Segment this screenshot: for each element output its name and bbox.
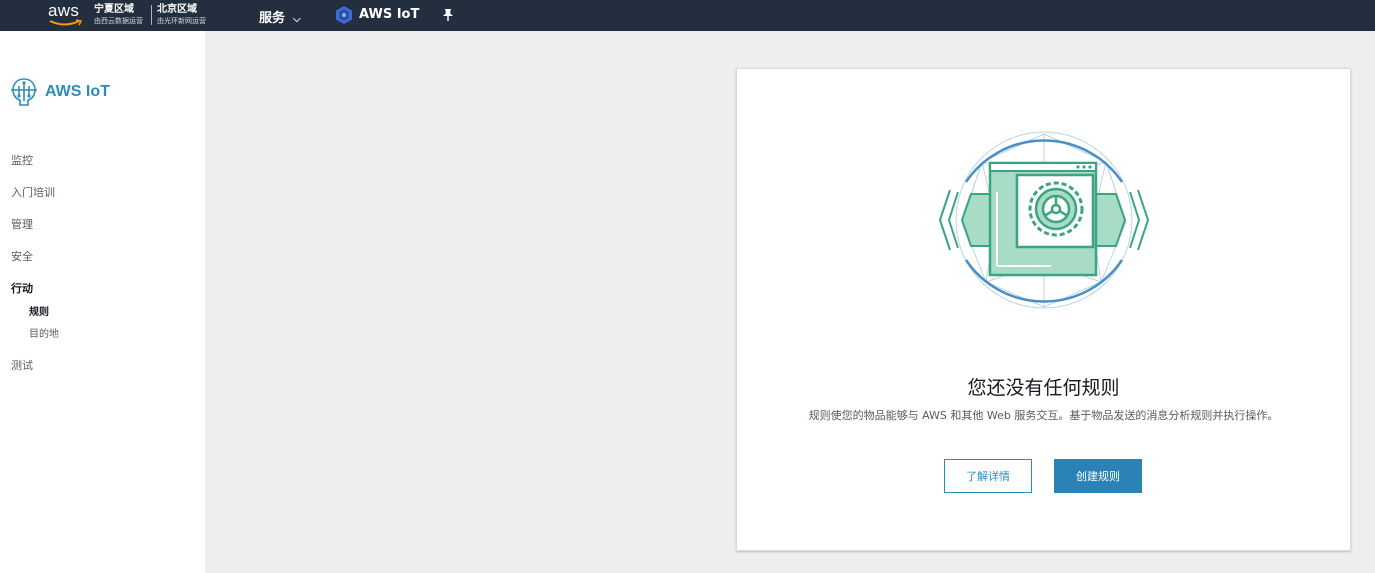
region-ningxia-operator: 由西云数据运营 bbox=[94, 17, 143, 25]
aws-logo-text: aws bbox=[48, 1, 80, 20]
empty-state-description: 规则使您的物品能够与 AWS 和其他 Web 服务交互。基于物品发送的消息分析规… bbox=[808, 409, 1279, 422]
region-ningxia[interactable]: 宁夏区域 由西云数据运营 bbox=[94, 4, 143, 26]
pin-icon[interactable] bbox=[442, 7, 454, 26]
sidebar-item-act[interactable]: 行动 bbox=[11, 280, 33, 296]
sidebar-item-secure[interactable]: 安全 bbox=[11, 248, 33, 264]
aws-logo[interactable]: aws bbox=[48, 1, 83, 26]
learn-more-button[interactable]: 了解详情 bbox=[944, 459, 1032, 493]
sidebar-item-manage[interactable]: 管理 bbox=[11, 216, 33, 232]
empty-state-card: 您还没有任何规则 规则使您的物品能够与 AWS 和其他 Web 服务交互。基于物… bbox=[736, 68, 1351, 551]
region-beijing-title: 北京区域 bbox=[157, 4, 197, 15]
sidebar-item-onboard[interactable]: 入门培训 bbox=[11, 184, 55, 200]
aws-iot-brand-icon bbox=[11, 78, 37, 106]
region-beijing[interactable]: 北京区域 由光环新网运营 bbox=[157, 4, 206, 26]
aws-smile-icon bbox=[49, 19, 83, 26]
top-navigation-bar: aws 宁夏区域 由西云数据运营 北京区域 由光环新网运营 服务 ⌵ AWS Io… bbox=[0, 0, 1375, 31]
sidebar-brand-label: AWS IoT bbox=[45, 83, 110, 100]
sidebar-item-monitor[interactable]: 监控 bbox=[11, 152, 33, 168]
chevron-down-icon: ⌵ bbox=[293, 14, 301, 25]
sidebar-item-test[interactable]: 测试 bbox=[11, 357, 33, 373]
sidebar: AWS IoT 监控 入门培训 管理 安全 行动 规则 目的地 测试 bbox=[0, 31, 205, 573]
region-beijing-operator: 由光环新网运营 bbox=[157, 17, 206, 25]
services-label: 服务 bbox=[259, 11, 286, 26]
aws-iot-icon bbox=[336, 6, 352, 24]
sidebar-subitem-destinations[interactable]: 目的地 bbox=[29, 325, 59, 340]
create-rule-button[interactable]: 创建规则 bbox=[1054, 459, 1142, 493]
region-divider bbox=[151, 5, 152, 25]
empty-state-title: 您还没有任何规则 bbox=[967, 377, 1120, 399]
rules-illustration-icon bbox=[938, 131, 1150, 309]
sidebar-subitem-rules[interactable]: 规则 bbox=[29, 303, 49, 318]
services-menu[interactable]: 服务 ⌵ bbox=[259, 7, 301, 26]
region-ningxia-title: 宁夏区域 bbox=[94, 4, 134, 15]
service-shortcut-label: AWS IoT bbox=[359, 7, 420, 22]
